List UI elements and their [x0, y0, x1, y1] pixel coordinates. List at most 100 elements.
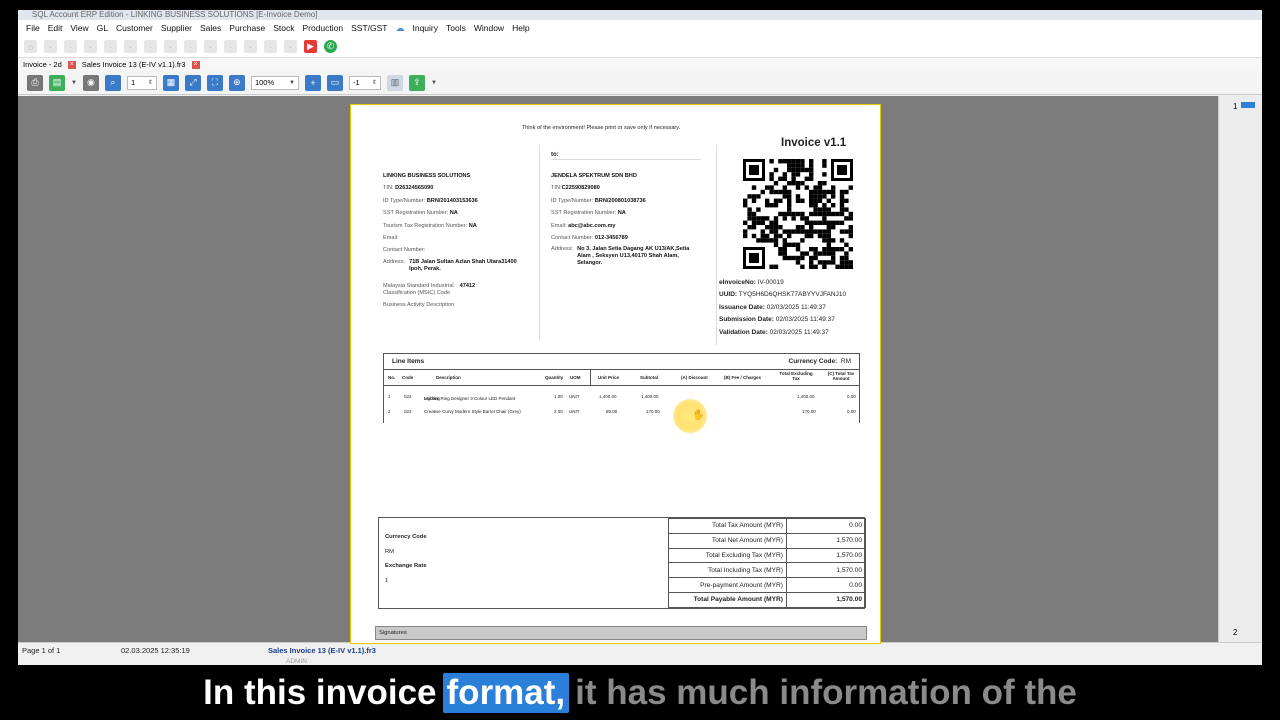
- menu-help[interactable]: Help: [512, 23, 529, 33]
- tool-icon[interactable]: ·: [264, 40, 277, 53]
- table-row: 1 022 Modern Ring Designer 3 Colour LED …: [384, 392, 859, 407]
- exchange-rate: 1: [385, 577, 389, 584]
- calendar-icon[interactable]: ▦: [162, 74, 179, 91]
- zoom-in-icon[interactable]: +: [304, 74, 321, 91]
- buyer-contact: 012-3456789: [594, 235, 628, 242]
- tool-icon[interactable]: ·: [124, 40, 137, 53]
- tool-icon[interactable]: ·: [104, 40, 117, 53]
- find-icon[interactable]: ⌕: [104, 74, 121, 91]
- tool-icon[interactable]: ·: [64, 40, 77, 53]
- page-number-field[interactable]: 1 ⇕: [126, 75, 157, 90]
- window-title: SQL Account ERP Edition - LINKING BUSINE…: [18, 10, 1262, 20]
- view-icon[interactable]: ◉: [82, 74, 99, 91]
- currency-code: RM: [840, 358, 851, 365]
- page-thumbnails[interactable]: 1 2: [1218, 96, 1262, 642]
- menu-sst-gst[interactable]: SST/GST: [351, 23, 387, 33]
- menu-view[interactable]: View: [70, 23, 88, 33]
- menu-sales[interactable]: Sales: [200, 23, 221, 33]
- qr-code: [743, 159, 853, 269]
- tool-icon[interactable]: ·: [164, 40, 177, 53]
- supplier-name: LINKING BUSINESS SOLUTIONS: [383, 173, 471, 179]
- menu-tools[interactable]: Tools: [446, 23, 466, 33]
- msic-code: 47412: [459, 282, 476, 289]
- tool-icon[interactable]: ·: [184, 40, 197, 53]
- cell-price: 1,400.00: [599, 394, 617, 399]
- spin-icon[interactable]: ⇕: [148, 79, 153, 86]
- youtube-icon[interactable]: ▶: [304, 40, 317, 53]
- share-icon[interactable]: ⇪: [408, 74, 425, 91]
- tool-icon[interactable]: ·: [44, 40, 57, 53]
- tab-invoice[interactable]: Invoice - 2d ×: [23, 60, 76, 69]
- main-toolbar: ⌂ · · · · · · · · · · · · · ▶ ✆: [18, 36, 1262, 58]
- total-payable-value: 1,570.00: [786, 591, 866, 608]
- fit-width-icon[interactable]: ⤢: [184, 74, 201, 91]
- tool-icon[interactable]: ·: [244, 40, 257, 53]
- document-tabs: Invoice - 2d × Sales Invoice 13 (E-IV v1…: [18, 58, 1262, 71]
- buyer-address-line1: No 3, Jalan Setia Dagang AK U13/AK,Setia: [577, 246, 690, 253]
- total-value: 0.00: [786, 518, 866, 534]
- menu-production[interactable]: Production: [302, 23, 343, 33]
- scale-field[interactable]: -1 ⇕: [348, 75, 381, 90]
- print-icon[interactable]: ⎙: [27, 74, 43, 91]
- total-value: 0.00: [786, 577, 866, 593]
- menu-file[interactable]: File: [26, 23, 40, 33]
- menu-purchase[interactable]: Purchase: [229, 23, 265, 33]
- fullscreen-icon[interactable]: ⛶: [206, 74, 223, 91]
- chevron-down-icon[interactable]: ▼: [431, 80, 437, 86]
- tool-icon[interactable]: ·: [284, 40, 297, 53]
- chevron-down-icon[interactable]: ▼: [71, 80, 77, 86]
- buyer-block: JENDELA SPEKTRUM SDN BHD TIN:C2259082908…: [551, 170, 689, 267]
- export-icon[interactable]: ▤: [49, 74, 65, 91]
- einvoice-no: IV-00019: [757, 279, 784, 286]
- totals-table: Total Tax Amount (MYR) 0.00 Total Net Amo…: [668, 518, 866, 608]
- activity-label: Business Activity Description: [383, 301, 455, 308]
- tool-icon[interactable]: ·: [84, 40, 97, 53]
- cell-excl-tax: 1,400.00: [797, 394, 815, 399]
- issuance-date: 02/03/2025 11:49:37: [766, 303, 826, 311]
- buyer-contact-label: Contact Number:: [551, 235, 594, 242]
- total-value: 1,570.00: [786, 562, 866, 579]
- divider: [539, 145, 540, 341]
- einvoice-details: eInvoiceNo: IV-00019 UUID: TYQ5H6D6QHSK7…: [719, 277, 846, 339]
- close-icon[interactable]: ×: [191, 60, 200, 69]
- tool-icon[interactable]: ·: [204, 40, 217, 53]
- tab-sales-invoice-report[interactable]: Sales Invoice 13 (E-IV v1.1).fr3 ×: [82, 60, 200, 69]
- menu-gl[interactable]: GL: [97, 23, 108, 33]
- buyer-sst: NA: [617, 210, 626, 217]
- buyer-address-line3: Selangor.: [577, 260, 603, 267]
- zoom-select[interactable]: 100% ▼: [250, 75, 299, 90]
- divider: [716, 145, 717, 345]
- page-width-icon[interactable]: ▭: [326, 74, 343, 91]
- tool-icon[interactable]: ·: [224, 40, 237, 53]
- invoice-page[interactable]: Think of the environment! Please print o…: [350, 104, 881, 644]
- zoom-icon[interactable]: ⊕: [228, 74, 245, 91]
- subtitle-highlight: format,: [442, 672, 570, 713]
- einvoice-no-label: eInvoiceNo:: [719, 279, 756, 286]
- thumb-page-2[interactable]: 2: [1233, 628, 1237, 637]
- close-icon[interactable]: ×: [67, 60, 76, 69]
- menu-window[interactable]: Window: [474, 23, 504, 33]
- home-icon[interactable]: ⌂: [24, 40, 37, 53]
- menu-supplier[interactable]: Supplier: [161, 23, 192, 33]
- preview-toolbar: ⎙ ▤ ▼ ◉ ⌕ 1 ⇕ ▦ ⤢ ⛶ ⊕ 100% ▼ + ▭ -1 ⇕ ▥ ⇪ ▼: [18, 71, 1262, 95]
- supplier-sst: NA: [449, 210, 458, 217]
- col-header: UOM: [570, 375, 581, 380]
- tool-icon[interactable]: ·: [144, 40, 157, 53]
- thumb-page-1[interactable]: 1: [1233, 102, 1237, 111]
- outline-icon[interactable]: ▥: [386, 74, 403, 91]
- status-page: Page 1 of 1: [22, 646, 61, 655]
- table-row: Total Net Amount (MYR) 1,570.00: [668, 532, 866, 549]
- menu-edit[interactable]: Edit: [48, 23, 63, 33]
- menu-inquiry[interactable]: Inquiry: [412, 23, 438, 33]
- supplier-id-label: ID Type/Number:: [383, 197, 426, 204]
- spin-icon[interactable]: ⇕: [372, 79, 377, 86]
- whatsapp-icon[interactable]: ✆: [324, 40, 337, 53]
- supplier-tin: D26324565090: [395, 185, 434, 192]
- chevron-down-icon[interactable]: ▼: [289, 80, 295, 86]
- menu-stock[interactable]: Stock: [273, 23, 294, 33]
- to-label: to:: [551, 152, 559, 158]
- total-label: Total Net Amount (MYR): [668, 532, 787, 549]
- cloud-icon[interactable]: ☁: [395, 23, 404, 34]
- menu-customer[interactable]: Customer: [116, 23, 153, 33]
- cell-code: 022: [404, 394, 412, 399]
